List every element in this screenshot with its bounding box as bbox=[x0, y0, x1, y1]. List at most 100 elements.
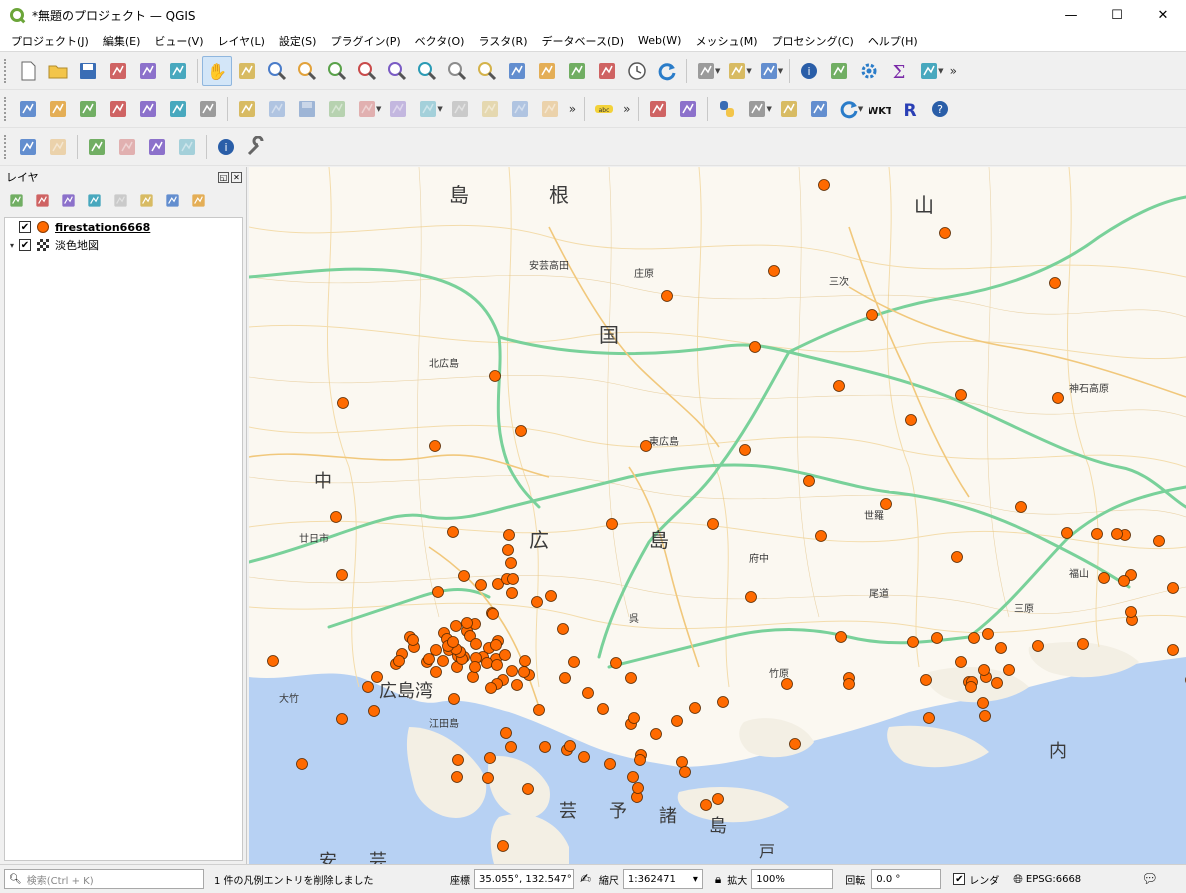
layer-row[interactable]: ▾ ✔ 淡色地図 bbox=[5, 236, 242, 254]
chevron-down-icon[interactable]: ▼ bbox=[376, 105, 381, 113]
firestation-point[interactable] bbox=[978, 664, 990, 676]
chevron-down-icon[interactable]: ▼ bbox=[766, 105, 771, 113]
firestation-point[interactable] bbox=[470, 638, 482, 650]
firestation-point[interactable] bbox=[676, 756, 688, 768]
firestation-point[interactable] bbox=[475, 579, 487, 591]
toolbar-grip[interactable] bbox=[4, 134, 9, 159]
settings-wrench-icon[interactable] bbox=[241, 132, 271, 162]
minimize-button[interactable]: — bbox=[1048, 0, 1094, 30]
menu-item-12[interactable]: ヘルプ(H) bbox=[861, 33, 925, 49]
firestation-point[interactable] bbox=[503, 529, 515, 541]
firestation-point[interactable] bbox=[267, 655, 279, 667]
chevron-down-icon[interactable]: ▼ bbox=[715, 67, 720, 75]
toolbar-more-button[interactable]: » bbox=[623, 102, 630, 116]
menu-item-2[interactable]: ビュー(V) bbox=[147, 33, 210, 49]
firestation-point[interactable] bbox=[749, 341, 761, 353]
firestation-point[interactable] bbox=[1077, 638, 1089, 650]
firestation-point[interactable] bbox=[393, 655, 405, 667]
current-edits-icon[interactable] bbox=[232, 94, 262, 124]
zoom-full-icon[interactable] bbox=[322, 56, 352, 86]
layer-visibility-checkbox[interactable]: ✔ bbox=[19, 239, 31, 251]
firestation-point[interactable] bbox=[564, 740, 576, 752]
close-button[interactable]: ✕ bbox=[1140, 0, 1186, 30]
zoom-native-icon[interactable] bbox=[412, 56, 442, 86]
toolbar-grip[interactable] bbox=[4, 96, 9, 121]
firestation-point[interactable] bbox=[1098, 572, 1110, 584]
firestation-point[interactable] bbox=[640, 440, 652, 452]
help-icon[interactable]: ? bbox=[925, 94, 955, 124]
menu-item-7[interactable]: ラスタ(R) bbox=[471, 33, 534, 49]
paste-features-icon[interactable] bbox=[535, 94, 565, 124]
firestation-point[interactable] bbox=[606, 518, 618, 530]
layout-manager-icon[interactable] bbox=[133, 56, 163, 86]
chevron-down-icon[interactable]: ▼ bbox=[858, 105, 863, 113]
firestation-point[interactable] bbox=[499, 649, 511, 661]
firestation-point[interactable] bbox=[835, 631, 847, 643]
locator-search[interactable]: 🔍︎ 検索(Ctrl + K) bbox=[4, 869, 204, 889]
firestation-point[interactable] bbox=[491, 659, 503, 671]
python-console-icon[interactable] bbox=[712, 94, 742, 124]
firestation-point[interactable] bbox=[489, 370, 501, 382]
firestation-point[interactable] bbox=[700, 799, 712, 811]
close-panel-button[interactable]: ✕ bbox=[231, 171, 242, 183]
firestation-point[interactable] bbox=[506, 665, 518, 677]
filter-by-expression-icon[interactable] bbox=[108, 188, 132, 212]
menu-item-6[interactable]: ベクタ(O) bbox=[408, 33, 472, 49]
mesh-layer-icon[interactable] bbox=[163, 94, 193, 124]
firestation-point[interactable] bbox=[965, 681, 977, 693]
firestation-point[interactable] bbox=[1032, 640, 1044, 652]
refresh-icon[interactable] bbox=[652, 56, 682, 86]
move-label-icon[interactable] bbox=[112, 132, 142, 162]
add-points-icon[interactable] bbox=[142, 132, 172, 162]
firestation-point[interactable] bbox=[296, 758, 308, 770]
firestation-point[interactable] bbox=[1091, 528, 1103, 540]
firestation-point[interactable] bbox=[1061, 527, 1073, 539]
temporal-controller-icon[interactable] bbox=[622, 56, 652, 86]
firestation-point[interactable] bbox=[923, 712, 935, 724]
chevron-down-icon[interactable]: ▼ bbox=[778, 67, 783, 75]
new-geopackage-icon[interactable] bbox=[43, 94, 73, 124]
wkt-icon[interactable]: WKT bbox=[865, 94, 895, 124]
style-manager-icon[interactable] bbox=[163, 56, 193, 86]
open-styling-icon[interactable] bbox=[4, 188, 28, 212]
firestation-point[interactable] bbox=[502, 544, 514, 556]
firestation-point[interactable] bbox=[1125, 606, 1137, 618]
expand-all-icon[interactable] bbox=[134, 188, 158, 212]
globe-plugin-icon[interactable] bbox=[673, 94, 703, 124]
layer-visibility-checkbox[interactable]: ✔ bbox=[19, 221, 31, 233]
firestation-point[interactable] bbox=[578, 751, 590, 763]
firestation-point[interactable] bbox=[506, 587, 518, 599]
firestation-point[interactable] bbox=[582, 687, 594, 699]
firestation-point[interactable] bbox=[712, 793, 724, 805]
firestation-point[interactable] bbox=[955, 389, 967, 401]
firestation-point[interactable] bbox=[632, 782, 644, 794]
firestation-point[interactable] bbox=[866, 309, 878, 321]
firestation-point[interactable] bbox=[533, 704, 545, 716]
firestation-point[interactable] bbox=[559, 672, 571, 684]
firestation-point[interactable] bbox=[634, 754, 646, 766]
firestation-point[interactable] bbox=[371, 671, 383, 683]
firestation-point[interactable] bbox=[539, 741, 551, 753]
digitize-curve-icon[interactable] bbox=[804, 94, 834, 124]
rotation-spinbox[interactable]: 0.0 ° bbox=[871, 869, 942, 889]
firestation-point[interactable] bbox=[781, 678, 793, 690]
map-canvas[interactable]: 島根山広島国中広島湾芸予諸島内戸安芸灘呉東広島世羅福山三原尾道竹原庄原三次安芸高… bbox=[249, 167, 1186, 864]
firestation-point[interactable] bbox=[905, 414, 917, 426]
magnifier-spinbox[interactable]: 100% bbox=[751, 869, 834, 889]
new-project-icon[interactable] bbox=[13, 56, 43, 86]
firestation-point[interactable] bbox=[745, 591, 757, 603]
zoom-out-icon[interactable] bbox=[292, 56, 322, 86]
chevron-down-icon[interactable]: ▼ bbox=[746, 67, 751, 75]
pan-map-icon[interactable]: ✋ bbox=[202, 55, 232, 86]
firestation-point[interactable] bbox=[430, 644, 442, 656]
processing-toolbox-icon[interactable] bbox=[854, 56, 884, 86]
label-crosshair-icon[interactable] bbox=[43, 132, 73, 162]
firestation-point[interactable] bbox=[991, 677, 1003, 689]
firestation-point[interactable] bbox=[458, 570, 470, 582]
firestation-point[interactable] bbox=[1111, 528, 1123, 540]
firestation-point[interactable] bbox=[330, 511, 342, 523]
zoom-to-layer-icon[interactable] bbox=[382, 56, 412, 86]
zoom-last-icon[interactable] bbox=[442, 56, 472, 86]
firestation-point[interactable] bbox=[505, 557, 517, 569]
firestation-point[interactable] bbox=[519, 655, 531, 667]
